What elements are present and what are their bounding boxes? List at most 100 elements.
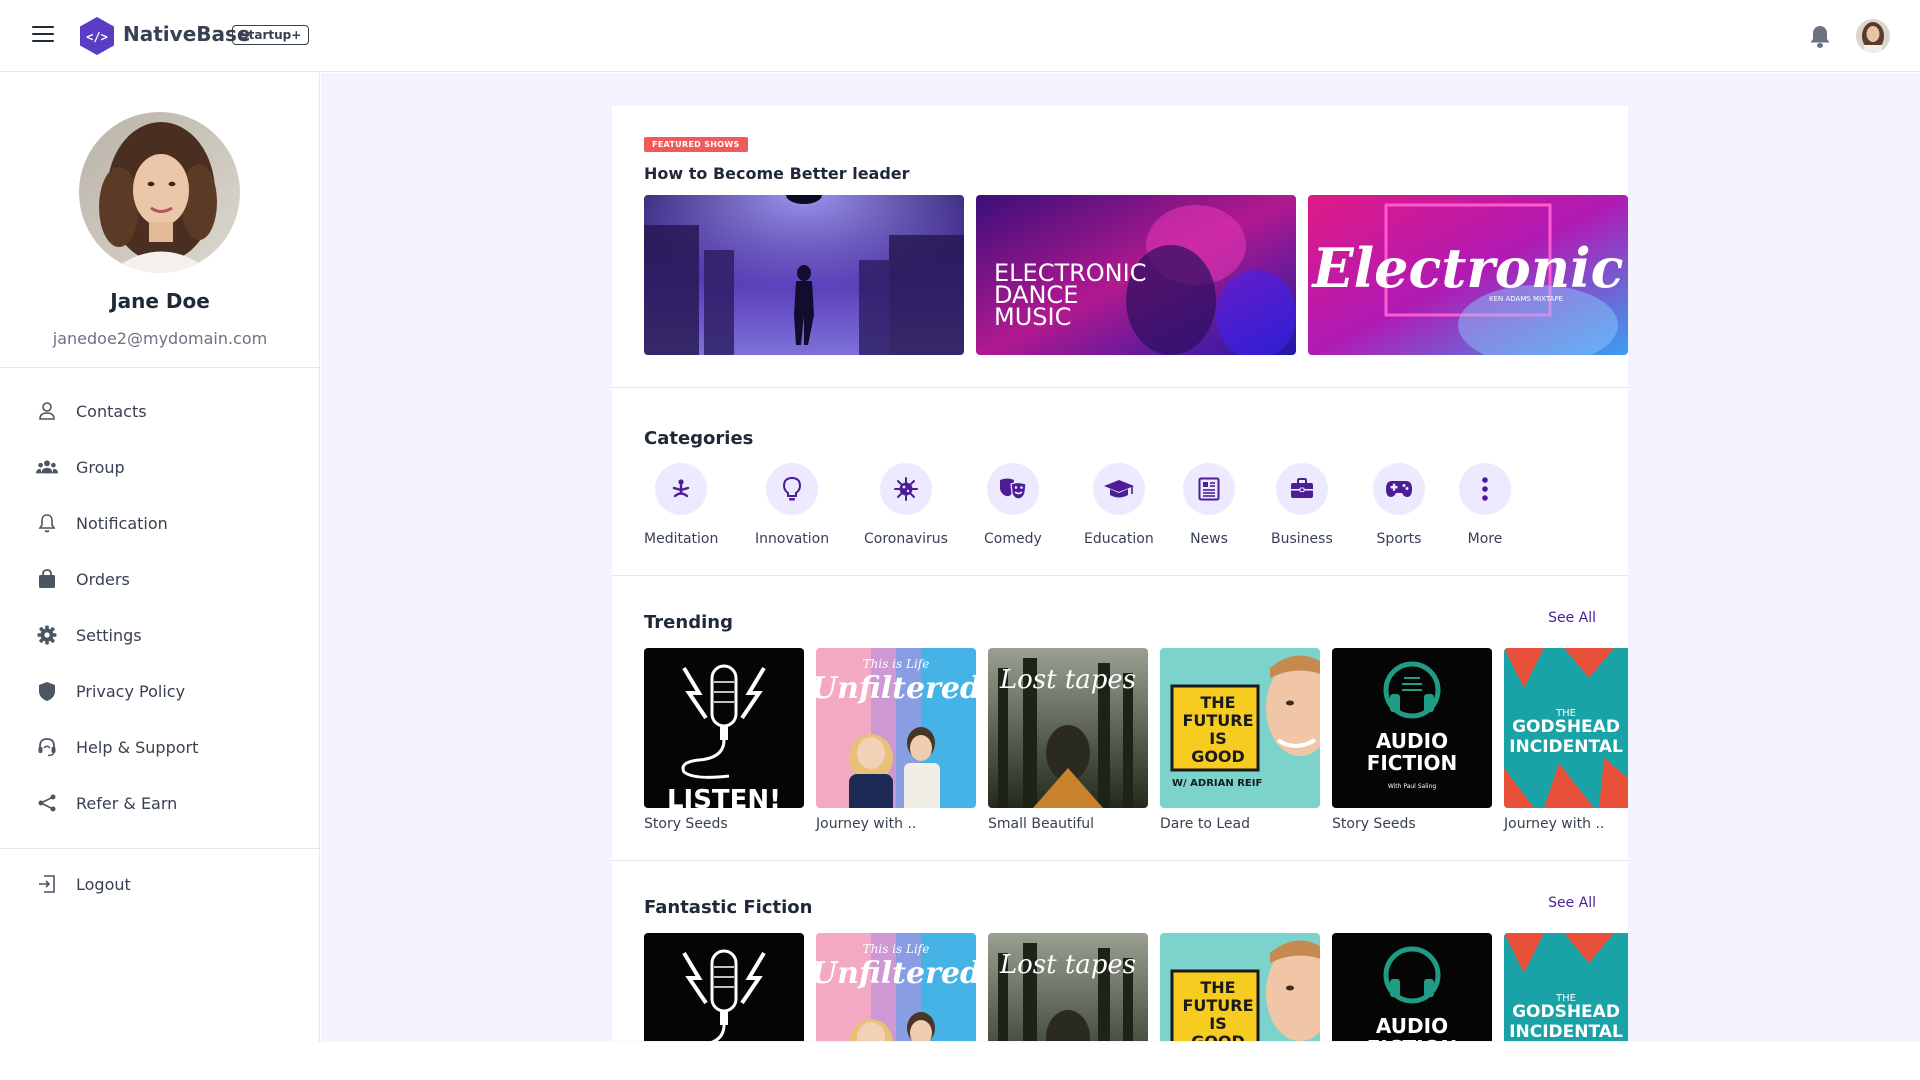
category-innovation[interactable]: Innovation <box>755 463 829 547</box>
profile-name: Jane Doe <box>110 289 210 313</box>
podcast-cover[interactable]: THE FUTURE IS GOOD <box>1160 933 1320 1041</box>
featured-banner[interactable] <box>644 195 964 355</box>
sidebar-item-label: Settings <box>76 625 142 645</box>
podcast-title[interactable]: Story Seeds <box>644 816 728 832</box>
sidebar-item-contacts[interactable]: Contacts <box>0 387 320 435</box>
sidebar-item-orders[interactable]: Orders <box>0 555 320 603</box>
more-vertical-icon <box>1459 463 1511 515</box>
podcast-title[interactable]: Journey with .. <box>816 816 916 832</box>
podcast-cover[interactable]: AUDIO FICTION With Paul Saling <box>1332 648 1492 808</box>
podcast-cover[interactable]: THE GODSHEAD INCIDENTAL <box>1504 648 1628 808</box>
cover-text: Lost tapes <box>999 950 1136 980</box>
lightbulb-icon <box>766 463 819 515</box>
profile-email: janedoe2@mydomain.com <box>52 329 268 348</box>
cover-text: INCIDENTAL <box>1509 1022 1623 1041</box>
virus-icon <box>879 463 932 515</box>
gamepad-icon <box>1373 463 1425 515</box>
category-comedy[interactable]: Comedy <box>984 463 1042 547</box>
podcast-cover[interactable]: Lost tapes <box>988 648 1148 808</box>
sidebar-item-notification[interactable]: Notification <box>0 499 320 547</box>
banner-text: MUSIC <box>994 303 1071 331</box>
podcast-cover[interactable]: THE GODSHEAD INCIDENTAL <box>1504 933 1628 1041</box>
category-education[interactable]: Education <box>1084 463 1154 547</box>
cover-text: THE <box>1200 978 1235 997</box>
sidebar-item-label: Contacts <box>76 401 147 421</box>
page-bottom <box>0 1042 1920 1080</box>
briefcase-icon <box>1275 463 1328 515</box>
category-label: Sports <box>1376 531 1422 547</box>
categories-title: Categories <box>644 428 754 449</box>
sidebar-item-help-support[interactable]: Help & Support <box>0 723 320 771</box>
menu-icon[interactable] <box>32 26 54 44</box>
logout-button[interactable]: Logout <box>0 860 320 908</box>
cover-text: IS <box>1209 1014 1226 1033</box>
category-label: More <box>1467 531 1503 547</box>
sidebar-item-label: Orders <box>76 569 130 589</box>
newspaper-icon <box>1183 463 1235 515</box>
sidebar-item-settings[interactable]: Settings <box>0 611 320 659</box>
graduation-cap-icon <box>1092 463 1145 515</box>
podcast-cover[interactable]: Lost tapes <box>988 933 1148 1041</box>
category-label: Meditation <box>644 531 719 547</box>
cover-text: FICTION <box>1367 1036 1458 1041</box>
cover-text: GOOD <box>1191 747 1245 766</box>
fiction-section: Fantastic Fiction See All This is Life U… <box>612 861 1628 1041</box>
category-label: Innovation <box>755 531 830 547</box>
cover-text: This is Life <box>863 942 930 956</box>
top-bar: </> NativeBase Startup+ <box>0 0 1920 72</box>
sidebar: Jane Doe janedoe2@mydomain.com Contacts … <box>0 73 320 1043</box>
cover-text: FUTURE <box>1182 711 1253 730</box>
cover-text: This is Life <box>863 657 930 671</box>
cover-text: INCIDENTAL <box>1509 737 1623 757</box>
podcast-title[interactable]: Small Beautiful <box>988 816 1094 832</box>
bell-icon[interactable] <box>1808 24 1832 50</box>
gear-icon <box>36 624 58 646</box>
podcast-cover[interactable]: This is Life Unfiltered <box>816 648 976 808</box>
podcast-cover[interactable]: This is Life Unfiltered <box>816 933 976 1041</box>
cover-text: FUTURE <box>1182 996 1253 1015</box>
cover-text: Lost tapes <box>999 665 1136 695</box>
profile-photo <box>79 112 240 273</box>
category-sports[interactable]: Sports <box>1373 463 1425 547</box>
category-more[interactable]: More <box>1459 463 1511 547</box>
category-label: News <box>1190 531 1228 547</box>
sidebar-item-label: Group <box>76 457 125 477</box>
trending-see-all-link[interactable]: See All <box>1548 610 1596 626</box>
sidebar-item-group[interactable]: Group <box>0 443 320 491</box>
category-label: Comedy <box>984 531 1042 547</box>
category-business[interactable]: Business <box>1271 463 1333 547</box>
meditation-icon <box>655 463 708 515</box>
avatar[interactable] <box>1856 19 1890 53</box>
svg-text:</>: </> <box>86 30 108 44</box>
cover-text: W/ ADRIAN REIF <box>1172 778 1262 789</box>
category-meditation[interactable]: Meditation <box>644 463 718 547</box>
podcast-cover[interactable]: AUDIO FICTION <box>1332 933 1492 1041</box>
fiction-see-all-link[interactable]: See All <box>1548 895 1596 911</box>
banner-subtext: KEN ADAMS MIXTAPE <box>1489 295 1563 303</box>
podcast-cover[interactable]: THE FUTURE IS GOOD W/ ADRIAN REIF <box>1160 648 1320 808</box>
sidebar-item-privacy-policy[interactable]: Privacy Policy <box>0 667 320 715</box>
categories-section: Categories Meditation Innovation Coronav… <box>612 388 1628 575</box>
sidebar-item-label: Privacy Policy <box>76 681 186 701</box>
sidebar-item-refer-earn[interactable]: Refer & Earn <box>0 779 320 827</box>
sidebar-divider <box>0 848 320 849</box>
featured-banner[interactable]: ELECTRONIC DANCE MUSIC <box>976 195 1296 355</box>
cover-text: Unfiltered <box>816 956 976 991</box>
featured-banner[interactable]: Electronic KEN ADAMS MIXTAPE <box>1308 195 1628 355</box>
featured-section: FEATURED SHOWS How to Become Better lead… <box>612 106 1628 387</box>
category-news[interactable]: News <box>1183 463 1235 547</box>
podcast-title[interactable]: Dare to Lead <box>1160 816 1250 832</box>
group-icon <box>36 456 58 478</box>
podcast-cover[interactable] <box>644 933 804 1041</box>
trending-section: Trending See All LISTEN! This is Life Un… <box>612 576 1628 860</box>
banner-text: Electronic <box>1311 236 1624 300</box>
podcast-title[interactable]: Story Seeds <box>1332 816 1416 832</box>
cover-text: LISTEN! <box>667 785 781 808</box>
category-coronavirus[interactable]: Coronavirus <box>864 463 948 547</box>
logo-icon[interactable]: </> <box>78 16 116 56</box>
cover-text: GOOD <box>1191 1032 1245 1041</box>
podcast-cover[interactable]: LISTEN! <box>644 648 804 808</box>
shield-icon <box>36 680 58 702</box>
podcast-title[interactable]: Journey with .. <box>1504 816 1604 832</box>
logout-icon <box>36 873 58 895</box>
